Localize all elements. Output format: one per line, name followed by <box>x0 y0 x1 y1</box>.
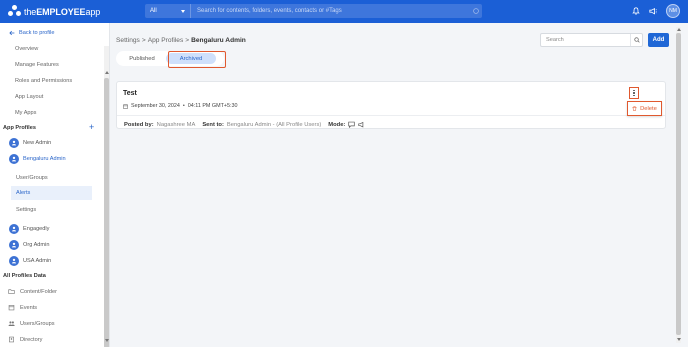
scroll-down-arrow-icon[interactable] <box>676 338 681 341</box>
global-search-input[interactable]: Search for contents, folders, events, co… <box>191 8 470 14</box>
sidebar-item-overview[interactable]: Overview <box>15 46 38 52</box>
archived-tab-highlight <box>168 51 226 68</box>
profile-icon <box>9 154 19 164</box>
sidebar-item-directory[interactable]: Directory <box>8 336 42 343</box>
folder-icon <box>8 289 15 294</box>
profile-bengaluru-admin[interactable]: Bengaluru Admin <box>9 154 66 164</box>
users-icon <box>8 321 15 326</box>
more-options-icon[interactable] <box>629 87 639 99</box>
calendar-icon <box>123 104 128 109</box>
sidebar-scrollbar[interactable] <box>104 46 109 347</box>
back-to-profile-link[interactable]: Back to profile <box>9 30 54 36</box>
app-profiles-heading: App Profiles <box>3 125 36 131</box>
profile-icon <box>9 240 19 250</box>
page-search: Search <box>540 33 643 47</box>
add-button[interactable]: Add <box>648 33 669 47</box>
trash-icon <box>632 106 637 111</box>
megaphone-icon[interactable] <box>649 7 657 15</box>
chat-icon <box>348 121 356 128</box>
alert-title: Test <box>123 90 137 97</box>
profile-icon <box>9 256 19 266</box>
scrollbar-thumb[interactable] <box>104 78 109 347</box>
tab-published[interactable]: Published <box>118 53 166 64</box>
sidebar-item-manage-features[interactable]: Manage Features <box>15 62 59 68</box>
directory-icon <box>9 336 14 343</box>
global-search: All Search for contents, folders, events… <box>145 4 482 18</box>
logo-icon <box>8 5 21 18</box>
scroll-up-arrow-icon[interactable] <box>676 28 681 31</box>
clear-icon[interactable] <box>470 8 482 14</box>
profile-engagedly[interactable]: Engagedly <box>9 224 49 234</box>
logo-text: theEMPLOYEEapp <box>24 6 101 17</box>
chevron-down-icon <box>181 9 185 13</box>
posted-by-value: Nagashree MA <box>156 121 196 128</box>
sidebar-item-events[interactable]: Events <box>8 304 37 311</box>
sidebar-item-settings[interactable]: Settings <box>16 207 36 213</box>
calendar-icon <box>8 305 15 311</box>
top-bar: theEMPLOYEEapp All Search for contents, … <box>0 0 688 23</box>
scroll-down-arrow-icon[interactable] <box>104 339 109 342</box>
all-profiles-data-heading: All Profiles Data <box>3 273 46 279</box>
megaphone-icon <box>358 121 364 128</box>
breadcrumb-current: Bengaluru Admin <box>191 37 246 44</box>
sidebar-item-users-groups[interactable]: Users/Groups <box>8 320 55 327</box>
delete-button[interactable]: Delete <box>627 101 662 116</box>
alert-meta: Posted by: Nagashree MA Sent to: Bengalu… <box>124 121 365 128</box>
breadcrumb: Settings > App Profiles > Bengaluru Admin <box>116 37 246 44</box>
add-profile-icon[interactable]: + <box>89 123 94 132</box>
search-icon[interactable] <box>630 34 642 46</box>
sidebar-item-app-layout[interactable]: App Layout <box>15 94 43 100</box>
main-scrollbar[interactable] <box>676 27 681 343</box>
profile-new-admin[interactable]: New Admin <box>9 138 51 148</box>
scrollbar-thumb[interactable] <box>676 33 681 335</box>
bell-icon[interactable] <box>632 7 640 15</box>
page-search-input[interactable]: Search <box>541 37 630 43</box>
sidebar: Back to profile Overview Manage Features… <box>0 23 110 347</box>
profile-org-admin[interactable]: Org Admin <box>9 240 49 250</box>
arrow-left-icon <box>9 30 15 36</box>
sidebar-item-my-apps[interactable]: My Apps <box>15 110 36 116</box>
sidebar-item-user-groups[interactable]: User/Groups <box>16 175 48 181</box>
main-content: Settings > App Profiles > Bengaluru Admin Se… <box>110 23 688 347</box>
scroll-up-arrow-icon[interactable] <box>104 71 109 74</box>
alert-card[interactable]: Test September 30, 2024 • 04:11 PM GMT+5… <box>116 81 666 129</box>
sent-to-value: Bengaluru Admin - (All Profile Users) <box>226 121 322 128</box>
card-divider <box>117 115 665 116</box>
sidebar-item-content-folder[interactable]: Content/Folder <box>8 288 57 295</box>
profile-icon <box>9 224 19 234</box>
sidebar-item-alerts[interactable]: Alerts <box>16 190 30 196</box>
alert-datetime: September 30, 2024 • 04:11 PM GMT+5:30 <box>123 103 238 109</box>
breadcrumb-app-profiles[interactable]: App Profiles <box>148 37 184 44</box>
breadcrumb-settings[interactable]: Settings <box>116 37 140 44</box>
profile-icon <box>9 138 19 148</box>
search-scope-dropdown[interactable]: All <box>145 4 191 18</box>
profile-usa-admin[interactable]: USA Admin <box>9 256 51 266</box>
avatar[interactable]: NM <box>666 4 680 18</box>
sidebar-item-roles[interactable]: Roles and Permissions <box>15 78 72 84</box>
app-logo[interactable]: theEMPLOYEEapp <box>8 5 100 18</box>
